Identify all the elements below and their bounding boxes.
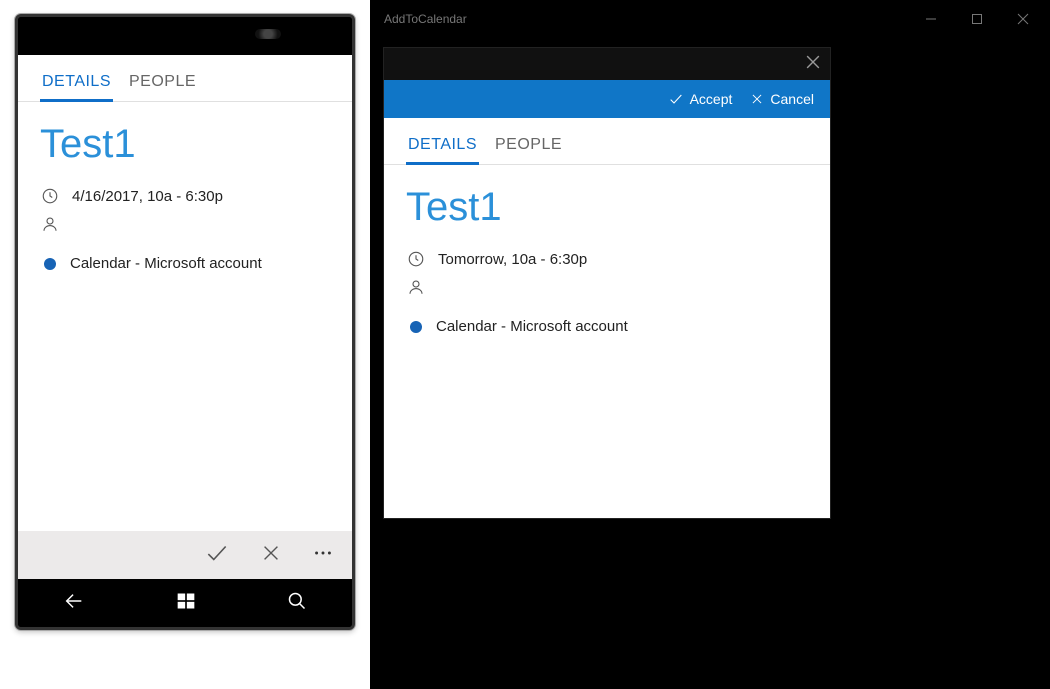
event-time-text: 4/16/2017, 10a - 6:30p [72, 188, 223, 205]
window-title: AddToCalendar [374, 12, 908, 26]
event-calendar-row: Calendar - Microsoft account [406, 318, 808, 335]
desktop-tabs: DETAILS PEOPLE [384, 118, 830, 165]
cancel-button[interactable]: Cancel [750, 91, 814, 107]
cancel-x-icon[interactable] [260, 542, 282, 569]
event-title: Test1 [40, 122, 330, 167]
accept-button[interactable]: Accept [668, 91, 733, 107]
event-time-text: Tomorrow, 10a - 6:30p [438, 251, 587, 268]
event-calendar-text: Calendar - Microsoft account [436, 318, 628, 335]
dialog-inner-title-bar [384, 48, 830, 80]
phone-app-bar [18, 531, 352, 579]
more-icon[interactable] [312, 542, 334, 569]
search-icon[interactable] [287, 591, 307, 616]
dialog-close-icon[interactable] [806, 55, 820, 74]
calendar-dot-icon [44, 258, 56, 270]
tab-people[interactable]: PEOPLE [127, 69, 198, 101]
desktop-title-bar: AddToCalendar [370, 0, 1050, 38]
tab-details[interactable]: DETAILS [40, 69, 113, 101]
person-icon [406, 278, 426, 296]
calendar-dot-icon [410, 321, 422, 333]
event-title: Test1 [406, 185, 808, 230]
phone-status-bar [18, 17, 352, 55]
cancel-button-label: Cancel [770, 91, 814, 107]
phone-speaker [255, 29, 281, 39]
dialog-command-bar: Accept Cancel [384, 80, 830, 118]
event-time-row: Tomorrow, 10a - 6:30p [406, 250, 808, 268]
window-close-icon[interactable] [1000, 3, 1046, 35]
event-person-row [406, 278, 808, 296]
back-icon[interactable] [63, 590, 85, 617]
event-person-row [40, 215, 330, 233]
window-maximize-icon[interactable] [954, 3, 1000, 35]
phone-nav-bar [18, 579, 352, 627]
event-calendar-row: Calendar - Microsoft account [40, 255, 330, 272]
event-time-row: 4/16/2017, 10a - 6:30p [40, 187, 330, 205]
windows-start-icon[interactable] [176, 591, 196, 616]
person-icon [40, 215, 60, 233]
tab-details[interactable]: DETAILS [406, 132, 479, 164]
tab-people[interactable]: PEOPLE [493, 132, 564, 164]
clock-icon [406, 250, 426, 268]
window-minimize-icon[interactable] [908, 3, 954, 35]
accept-button-label: Accept [690, 91, 733, 107]
phone-device-frame: DETAILS PEOPLE Test1 4/16/2017, 10a - 6:… [15, 14, 355, 630]
add-to-calendar-dialog: Accept Cancel DETAILS PEOPLE Test1 Tomor… [384, 48, 830, 518]
accept-check-icon[interactable] [204, 540, 230, 571]
clock-icon [40, 187, 60, 205]
event-calendar-text: Calendar - Microsoft account [70, 255, 262, 272]
phone-tabs: DETAILS PEOPLE [18, 55, 352, 102]
